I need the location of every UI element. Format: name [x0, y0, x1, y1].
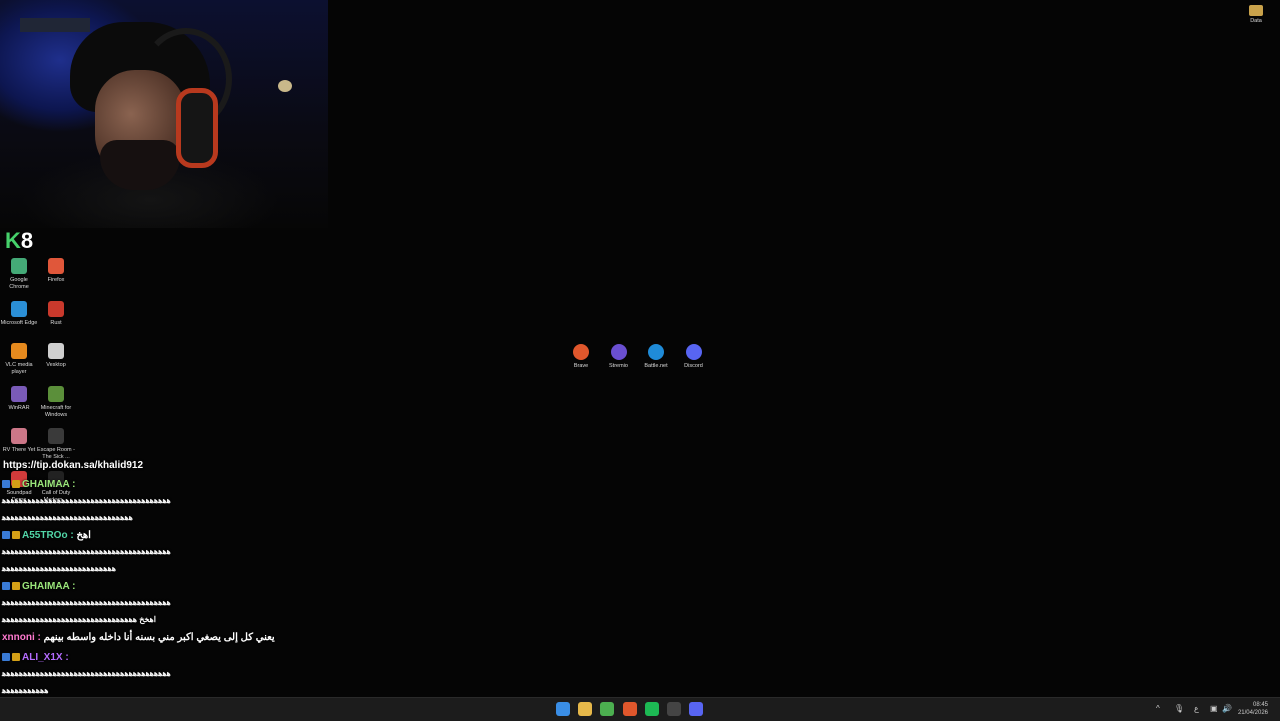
crown-icon: [12, 582, 20, 591]
desktop-icon[interactable]: Brave: [562, 344, 600, 370]
chat-text: اهخ: [76, 530, 91, 541]
desktop-icon[interactable]: Stremio: [600, 344, 638, 370]
chat-message: GHAIMAA :: [2, 581, 76, 592]
app-icon: [648, 344, 664, 360]
desktop-icon-label: Microsoft Edge: [0, 319, 38, 326]
app-icon: [48, 258, 64, 274]
app-icon: [11, 428, 27, 444]
chat-text-line: ﮬﮬﮬﮬﮬﮬﮬﮬﮬﮬﮬﮬﮬﮬﮬﮬﮬﮬﮬﮬﮬﮬﮬﮬﮬﮬﮬﮬﮬﮬﮬﮬﮬﮬﮬﮬﮬﮬﮬﮬ: [2, 496, 172, 505]
chat-username: ALI_X1X :: [22, 652, 69, 663]
clock-date: 21/04/2026: [1237, 710, 1268, 716]
webcam-beard: [100, 140, 180, 190]
desktop-icon[interactable]: Minecraft for Windows: [37, 385, 75, 419]
app-icon: [48, 385, 64, 402]
crown-icon: [12, 653, 20, 662]
app-icon: [685, 344, 702, 360]
crown-icon: [12, 531, 20, 540]
chat-text-line: ﮬﮬﮬﮬﮬﮬﮬﮬﮬﮬﮬﮬﮬﮬﮬﮬﮬﮬﮬﮬﮬﮬﮬﮬﮬﮬﮬﮬﮬﮬﮬ: [2, 513, 134, 522]
taskbar: ^ 🎙 ع ▣ 🔊 08:45 21/04/2026: [0, 697, 1280, 721]
volume-icon[interactable]: 🔊: [1222, 704, 1232, 713]
clock-time: 08:45: [1252, 702, 1268, 708]
desktop-icon[interactable]: WinRAR: [0, 385, 38, 412]
chat-text-line: اهخخ ﮬﮬﮬﮬﮬﮬﮬﮬﮬﮬﮬﮬﮬﮬﮬﮬﮬﮬﮬﮬﮬﮬﮬﮬﮬﮬﮬﮬﮬﮬﮬﮬ: [2, 615, 157, 624]
app-icon: [11, 385, 27, 402]
chat-username: GHAIMAA :: [22, 479, 76, 490]
network-icon[interactable]: ▣: [1210, 704, 1218, 713]
crown-icon: [12, 480, 20, 489]
headphone-earcup: [176, 88, 218, 168]
desktop-icon-label: Data: [1250, 18, 1262, 24]
chat-username: A55TROo :: [22, 530, 77, 541]
input-indicator-icon[interactable]: ع: [1194, 704, 1199, 713]
desktop-icon-label: Firefox: [47, 277, 65, 283]
chat-message: A55TROo : اهخ: [2, 530, 91, 541]
obs-icon[interactable]: [667, 702, 681, 716]
system-clock[interactable]: 08:45 21/04/2026: [1238, 701, 1268, 717]
webcam-feed: [0, 0, 328, 228]
webcam-shelf: [20, 18, 90, 32]
desktop-icon[interactable]: Escape Room - The Sick ...: [37, 428, 75, 461]
chat-username: xnnoni :: [2, 632, 44, 643]
chrome-icon[interactable]: [600, 702, 615, 716]
desktop-icon[interactable]: Firefox: [37, 258, 75, 284]
app-icon: [11, 343, 27, 359]
chat-text: يعني كل إلى يصغي اكبر مني بسنه أنا داخله…: [43, 632, 275, 643]
app-icon: [48, 300, 64, 317]
desktop-icon-label: WinRAR: [8, 404, 30, 411]
desktop-icon-label: Google Chrome: [9, 277, 29, 290]
chat-message: GHAIMAA :: [2, 479, 76, 490]
discord-app-icon[interactable]: [689, 702, 704, 716]
desktop-icon-label: Minecraft for Windows: [40, 404, 72, 418]
desktop-icon-label: RV There Yet: [2, 447, 36, 453]
chat-badge-icon: [2, 531, 10, 540]
desktop-icon[interactable]: Discord: [675, 344, 713, 370]
donation-url: https://tip.dokan.sa/khalid912: [3, 460, 144, 471]
desktop-icon-data[interactable]: Data: [1242, 5, 1270, 24]
app-icon: [573, 344, 589, 360]
chat-text-line: ﮬﮬﮬﮬﮬﮬﮬﮬﮬﮬﮬﮬﮬﮬﮬﮬﮬﮬﮬﮬﮬﮬﮬﮬﮬﮬﮬ: [2, 564, 117, 573]
app-icon: [11, 258, 27, 274]
chat-text-line: ﮬﮬﮬﮬﮬﮬﮬﮬﮬﮬﮬﮬﮬﮬﮬﮬﮬﮬﮬﮬﮬﮬﮬﮬﮬﮬﮬﮬﮬﮬﮬﮬﮬﮬﮬﮬﮬﮬﮬﮬ: [2, 669, 172, 678]
chat-badge-icon: [2, 582, 10, 591]
chat-text-line: ﮬﮬﮬﮬﮬﮬﮬﮬﮬﮬﮬ: [2, 686, 49, 695]
desktop-icon-label: Vesktop: [46, 362, 66, 368]
desktop-icon[interactable]: Battle.net: [637, 344, 675, 370]
desktop-icon[interactable]: RV There Yet: [0, 428, 38, 454]
app-icon: [610, 344, 627, 360]
chat-text-line: ﮬﮬﮬﮬﮬﮬﮬﮬﮬﮬﮬﮬﮬﮬﮬﮬﮬﮬﮬﮬﮬﮬﮬﮬﮬﮬﮬﮬﮬﮬﮬﮬﮬﮬﮬﮬﮬﮬﮬﮬ: [2, 598, 172, 607]
desktop-icon[interactable]: Microsoft Edge: [0, 300, 38, 327]
tray-chevron-icon[interactable]: ^: [1156, 704, 1160, 713]
app-icon: [11, 300, 27, 317]
chat-username: GHAIMAA :: [22, 581, 76, 592]
k8-logo: K8: [5, 228, 34, 253]
webcam-light: [278, 80, 292, 92]
chat-message: xnnoni : يعني كل إلى يصغي اكبر مني بسنه …: [2, 632, 275, 643]
file-explorer-icon[interactable]: [578, 702, 593, 716]
folder-icon: [1249, 5, 1263, 16]
desktop-icon[interactable]: Vesktop: [37, 343, 75, 369]
desktop-icon-label: VLC media player: [5, 362, 33, 375]
chat-badge-icon: [2, 480, 10, 489]
desktop-icon-label: Rust: [50, 319, 62, 326]
app-icon: [48, 343, 64, 359]
desktop-icon-label: Stremio: [609, 363, 628, 369]
chat-message: ALI_X1X :: [2, 652, 69, 663]
app-icon: [48, 428, 64, 444]
desktop-icon[interactable]: VLC media player: [0, 343, 38, 376]
desktop-icon-label: Discord: [684, 363, 703, 369]
desktop-icon-label: Escape Room - The Sick ...: [37, 447, 75, 460]
desktop-icon-label: Battle.net: [644, 363, 668, 369]
desktop-icon[interactable]: Rust: [37, 300, 75, 327]
desktop-icon[interactable]: Google Chrome: [0, 258, 38, 291]
chat-text-line: ﮬﮬﮬﮬﮬﮬﮬﮬﮬﮬﮬﮬﮬﮬﮬﮬﮬﮬﮬﮬﮬﮬﮬﮬﮬﮬﮬﮬﮬﮬﮬﮬﮬﮬﮬﮬﮬﮬﮬﮬ: [2, 547, 172, 556]
desktop-icon-label: Brave: [573, 363, 589, 369]
mic-icon[interactable]: 🎙: [1174, 704, 1184, 713]
start-button-icon[interactable]: [556, 702, 570, 716]
brave-icon[interactable]: [622, 702, 637, 716]
chat-badge-icon: [2, 653, 10, 662]
spotify-icon[interactable]: [644, 702, 659, 716]
